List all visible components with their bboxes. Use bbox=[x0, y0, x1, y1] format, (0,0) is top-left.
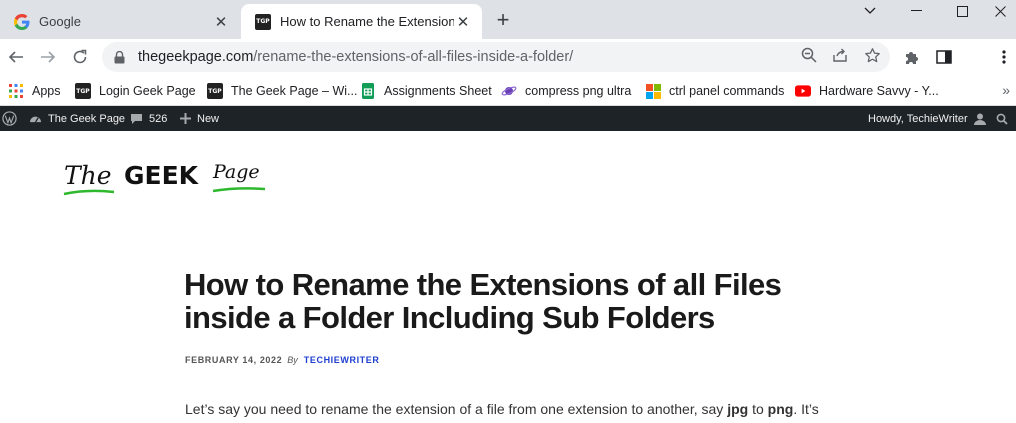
adminbar-account[interactable]: Howdy, TechieWriter bbox=[868, 106, 992, 131]
google-g-icon bbox=[14, 13, 30, 30]
howdy-label: Howdy, TechieWriter bbox=[868, 112, 968, 125]
bookmark-compress-png[interactable]: compress png ultra bbox=[501, 82, 631, 100]
close-window-icon[interactable] bbox=[984, 0, 1016, 22]
sheets-icon bbox=[360, 83, 376, 99]
adminbar-comments[interactable]: 526 bbox=[130, 106, 167, 131]
bookmark-assignments-sheet[interactable]: Assignments Sheet bbox=[360, 82, 492, 100]
wordpress-logo-icon[interactable] bbox=[2, 106, 17, 131]
bookmark-label: Hardware Savvy - Y... bbox=[819, 84, 939, 98]
bookmark-label: Apps bbox=[32, 84, 61, 98]
site-logo[interactable]: The GEEK Page bbox=[62, 153, 272, 203]
bookmark-the-geek-page[interactable]: TGP The Geek Page – Wi... bbox=[207, 82, 357, 100]
post-author[interactable]: TECHIEWRITER bbox=[304, 355, 380, 365]
maximize-icon[interactable] bbox=[940, 0, 984, 22]
wp-admin-bar: The Geek Page 526 New Howdy, TechieWrite… bbox=[0, 106, 1016, 131]
extensions-puzzle-icon[interactable] bbox=[902, 47, 922, 67]
site-name-label: The Geek Page bbox=[48, 112, 126, 125]
dashboard-gauge-icon bbox=[29, 113, 42, 124]
adminbar-site-name[interactable]: The Geek Page bbox=[29, 106, 125, 131]
tab-google[interactable]: Google ✕ bbox=[0, 4, 240, 39]
more-bookmarks-chevron-icon[interactable]: » bbox=[1002, 82, 1010, 98]
new-label: New bbox=[197, 112, 220, 125]
address-bar[interactable]: thegeekpage.com/rename-the-extensions-of… bbox=[102, 42, 890, 72]
bookmark-login-geek-page[interactable]: TGP Login Geek Page bbox=[75, 82, 196, 100]
post-meta: FEBRUARY 14, 2022 By TECHIEWRITER bbox=[185, 355, 379, 365]
post-excerpt: Let’s say you need to rename the extensi… bbox=[185, 401, 819, 417]
bookmark-apps[interactable]: Apps bbox=[8, 82, 61, 100]
menu-kebab-icon[interactable] bbox=[996, 47, 1012, 67]
page-content: The GEEK Page How to Rename the Extensio… bbox=[0, 131, 1016, 423]
bookmark-label: compress png ultra bbox=[525, 84, 632, 98]
user-avatar-icon bbox=[973, 113, 986, 125]
windows-logo-icon bbox=[645, 83, 661, 99]
reload-icon[interactable] bbox=[68, 45, 92, 69]
bookmark-star-icon[interactable] bbox=[862, 45, 882, 65]
share-icon[interactable] bbox=[830, 45, 850, 65]
close-tab-icon[interactable]: ✕ bbox=[212, 13, 230, 31]
new-tab-icon[interactable]: + bbox=[492, 7, 514, 32]
tab-strip: Google ✕ TGP How to Rename the Extension… bbox=[0, 0, 1016, 39]
bookmarks-bar: Apps TGP Login Geek Page TGP The Geek Pa… bbox=[0, 75, 1016, 106]
adminbar-new[interactable]: New bbox=[180, 106, 219, 131]
post-title[interactable]: How to Rename the Extensions of all File… bbox=[184, 268, 804, 334]
browser-toolbar: thegeekpage.com/rename-the-extensions-of… bbox=[0, 39, 1016, 75]
tab-title: How to Rename the Extensions o bbox=[280, 14, 454, 29]
svg-text:Page: Page bbox=[212, 161, 260, 183]
svg-text:The: The bbox=[64, 161, 112, 190]
tgp-icon: TGP bbox=[75, 83, 91, 99]
plus-icon bbox=[180, 113, 191, 124]
bookmark-label: The Geek Page – Wi... bbox=[231, 84, 358, 98]
apps-grid-icon bbox=[8, 83, 24, 99]
bookmark-label: Assignments Sheet bbox=[384, 84, 492, 98]
lock-icon[interactable] bbox=[114, 50, 128, 64]
planet-icon bbox=[501, 83, 517, 99]
tab-geekpage[interactable]: TGP How to Rename the Extensions o ✕ bbox=[241, 4, 482, 39]
comments-count: 526 bbox=[149, 112, 168, 125]
by-label: By bbox=[287, 355, 298, 365]
adminbar-search-icon[interactable] bbox=[996, 106, 1008, 131]
side-panel-icon[interactable] bbox=[934, 47, 954, 67]
bookmark-label: ctrl panel commands bbox=[669, 84, 785, 98]
youtube-icon bbox=[795, 83, 811, 99]
url-text: thegeekpage.com/rename-the-extensions-of… bbox=[138, 49, 574, 65]
comment-bubble-icon bbox=[130, 113, 143, 125]
bookmark-label: Login Geek Page bbox=[99, 84, 196, 98]
bookmark-hardware-savvy[interactable]: Hardware Savvy - Y... bbox=[795, 82, 939, 100]
forward-icon[interactable] bbox=[36, 45, 60, 69]
back-icon[interactable] bbox=[4, 45, 28, 69]
tgp-icon: TGP bbox=[255, 13, 271, 30]
tab-title: Google bbox=[39, 14, 81, 29]
svg-text:GEEK: GEEK bbox=[124, 161, 200, 190]
post-date[interactable]: FEBRUARY 14, 2022 bbox=[185, 355, 282, 365]
tab-search-chevron-icon[interactable] bbox=[848, 0, 892, 22]
bookmark-ctrl-panel-commands[interactable]: ctrl panel commands bbox=[645, 82, 784, 100]
tgp-icon: TGP bbox=[207, 83, 223, 99]
minimize-icon[interactable] bbox=[894, 0, 938, 22]
close-tab-icon[interactable]: ✕ bbox=[454, 13, 472, 31]
zoom-icon[interactable] bbox=[799, 45, 819, 65]
